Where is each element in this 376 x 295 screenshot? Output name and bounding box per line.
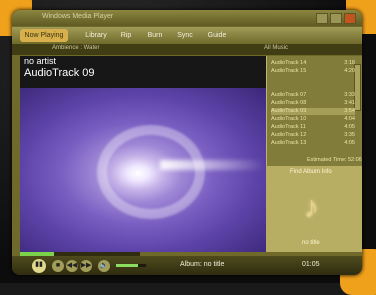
playlist-item[interactable]: AudioTrack 14 3:18: [271, 60, 355, 67]
media-player-window: Windows Media Player Now Playing Library…: [12, 10, 362, 275]
tab-sync[interactable]: Sync: [174, 29, 196, 42]
playlist-item[interactable]: AudioTrack 07 3:33: [271, 92, 355, 99]
visualization-canvas: [20, 88, 266, 252]
nav-tabs: Now Playing Library Rip Burn Sync Guide: [12, 27, 362, 44]
playlist-item[interactable]: AudioTrack 15 4:20: [271, 68, 355, 75]
playlist-item[interactable]: AudioTrack 11 4:05: [271, 124, 355, 131]
window-buttons: [316, 13, 356, 24]
maximize-button[interactable]: [330, 13, 342, 24]
album-text: Album: no title: [180, 261, 225, 268]
album-caption: no title: [302, 240, 320, 246]
playback-time: 01:05: [302, 261, 320, 268]
transport-controls: ▮▮ ■ ◀◀ ▶▶ 🔈 Album: no title 01:05: [12, 256, 362, 275]
music-note-icon: ♪: [304, 191, 319, 224]
next-button[interactable]: ▶▶: [80, 260, 92, 272]
visualization-area: no artist AudioTrack 09: [20, 56, 266, 252]
album-info-panel: Find Album Info ♪ no title: [266, 166, 362, 252]
tab-now-playing[interactable]: Now Playing: [20, 29, 68, 42]
window-title: Windows Media Player: [42, 13, 114, 20]
playlist-scrollbar[interactable]: [354, 64, 361, 111]
ambience-label: Ambience : Water: [52, 45, 100, 51]
playlist-item-selected[interactable]: AudioTrack 09 3:54: [271, 108, 355, 115]
tab-guide[interactable]: Guide: [204, 29, 230, 42]
mute-button[interactable]: 🔈: [98, 260, 110, 272]
tab-library[interactable]: Library: [82, 29, 110, 42]
minimize-button[interactable]: [316, 13, 328, 24]
playlist-item[interactable]: AudioTrack 08 3:41: [271, 100, 355, 107]
artist-label: no artist: [24, 56, 57, 66]
close-button[interactable]: [344, 13, 356, 24]
play-pause-button[interactable]: ▮▮: [32, 259, 46, 273]
playlist-item[interactable]: AudioTrack 12 3:35: [271, 132, 355, 139]
find-album-info-link[interactable]: Find Album Info: [290, 169, 332, 175]
volume-fill: [116, 264, 138, 267]
playlist-dropdown[interactable]: All Music: [264, 45, 288, 51]
tab-burn[interactable]: Burn: [144, 29, 166, 42]
playlist-panel: AudioTrack 14 3:18 AudioTrack 15 4:20 Au…: [266, 56, 362, 166]
previous-button[interactable]: ◀◀: [66, 260, 78, 272]
stop-button[interactable]: ■: [52, 260, 64, 272]
playlist-item[interactable]: AudioTrack 10 4:04: [271, 116, 355, 123]
viz-beam: [160, 160, 266, 170]
playlist-item[interactable]: AudioTrack 13 4:05: [271, 140, 355, 147]
playlist-total-time: Estimated Time: 52:06: [307, 157, 362, 163]
now-playing-subbar: Ambience : Water All Music: [12, 44, 362, 55]
title-bar: Windows Media Player: [12, 10, 362, 26]
viz-ring: [97, 125, 205, 219]
tab-rip[interactable]: Rip: [116, 29, 136, 42]
volume-slider[interactable]: [116, 264, 146, 267]
track-title: AudioTrack 09: [24, 67, 95, 79]
